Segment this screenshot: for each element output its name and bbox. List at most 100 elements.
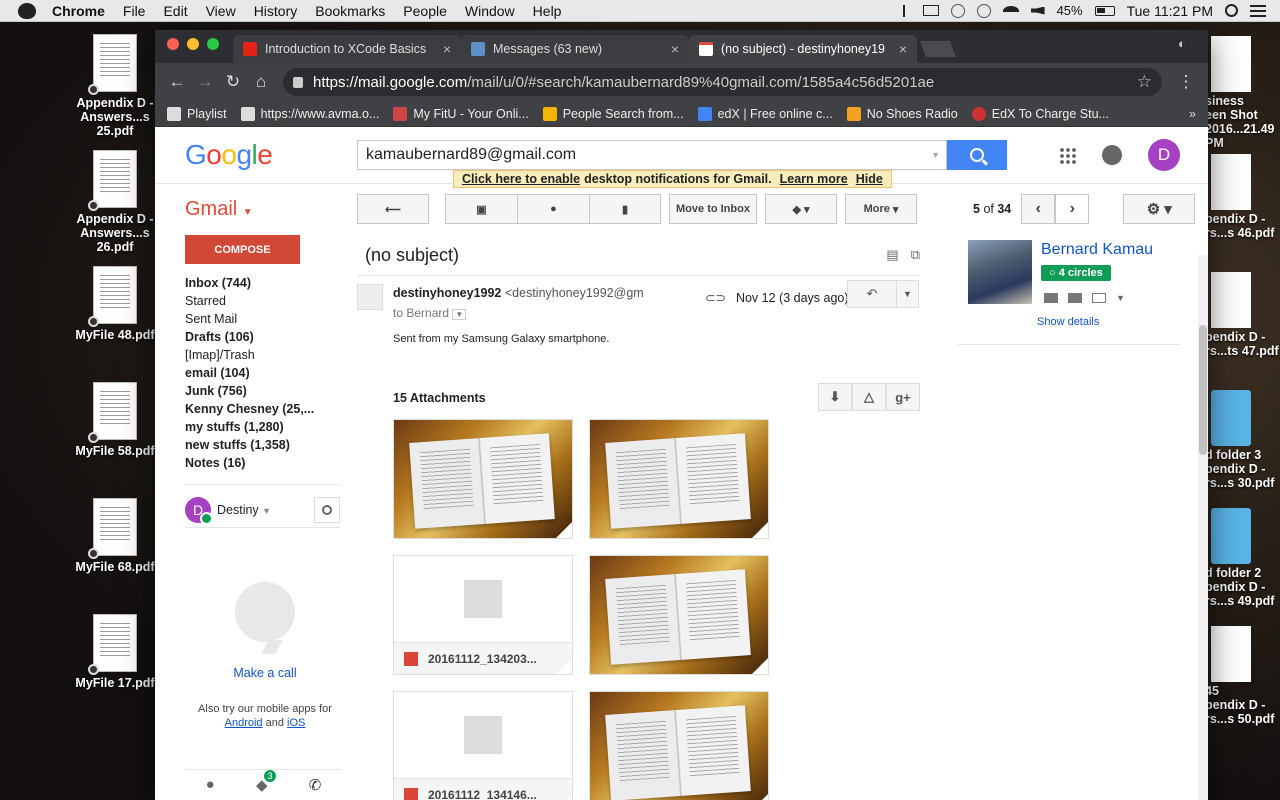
home-icon[interactable]: ⌂ xyxy=(247,72,275,92)
label-junk[interactable]: Junk (756) xyxy=(185,384,345,402)
delete-button[interactable]: ▮ xyxy=(589,194,661,224)
label-drafts[interactable]: Drafts (106) xyxy=(185,330,345,348)
messages-status-icon[interactable] xyxy=(950,3,965,18)
label-new-stuffs[interactable]: new stuffs (1,358) xyxy=(185,438,345,456)
apps-grid-icon[interactable] xyxy=(1059,146,1076,164)
new-tab-button[interactable] xyxy=(920,41,956,57)
google-plus-icon[interactable]: g+ xyxy=(886,383,920,411)
archive-button[interactable]: ▣ xyxy=(445,194,517,224)
forward-icon[interactable]: → xyxy=(191,72,219,92)
ios-link[interactable]: iOS xyxy=(287,717,305,729)
reload-icon[interactable]: ↻ xyxy=(219,72,247,92)
download-all-icon[interactable]: ⬇ xyxy=(818,383,852,411)
save-to-drive-icon[interactable]: △ xyxy=(852,383,886,411)
wifi-icon[interactable] xyxy=(1002,5,1019,16)
attachment-thumbnail[interactable] xyxy=(589,555,769,675)
reply-icon[interactable]: ↶ xyxy=(848,281,896,307)
chat-avatar[interactable]: D xyxy=(185,497,213,525)
account-avatar[interactable]: D xyxy=(1148,139,1180,171)
gmail-app-label[interactable]: Gmail ▼ xyxy=(185,198,357,221)
bookmark-item[interactable]: My FitU - Your Onli... xyxy=(393,106,529,121)
close-tab-icon[interactable]: × xyxy=(671,41,679,57)
sender[interactable]: destinyhoney1992 <destinyhoney1992@gm xyxy=(393,286,644,300)
bookmark-item[interactable]: EdX To Charge Stu... xyxy=(971,106,1109,121)
fullscreen-window-button[interactable] xyxy=(207,38,219,50)
print-icon[interactable]: ▤ xyxy=(886,247,898,263)
battery-icon[interactable] xyxy=(1094,5,1115,16)
label-notes[interactable]: Notes (16) xyxy=(185,456,345,474)
menu-app-name[interactable]: Chrome xyxy=(52,3,105,19)
desktop-file[interactable]: Appendix D - Answers...s 26.pdf xyxy=(65,150,165,262)
chat-name[interactable]: Destiny ▼ xyxy=(217,503,271,517)
scrollbar-thumb[interactable] xyxy=(1199,325,1207,455)
bookmark-item[interactable]: No Shoes Radio xyxy=(846,106,958,121)
minimize-window-button[interactable] xyxy=(187,38,199,50)
google-logo[interactable]: Google xyxy=(185,139,357,171)
desktop-file[interactable]: pendix D - rs...ts 47.pdf xyxy=(1205,272,1280,384)
menu-history[interactable]: History xyxy=(254,3,298,19)
desktop-file[interactable]: MyFile 58.pdf xyxy=(65,382,165,494)
tab-xcode[interactable]: Introduction to XCode Basics × xyxy=(233,35,461,63)
menu-bookmarks[interactable]: Bookmarks xyxy=(315,3,385,19)
desktop-file[interactable]: 45 pendix D - rs...s 50.pdf xyxy=(1205,626,1280,738)
desktop-file[interactable]: MyFile 17.pdf xyxy=(65,614,165,726)
search-button[interactable] xyxy=(947,140,1007,170)
bookmark-item[interactable]: https://www.avma.o... xyxy=(240,106,379,121)
circles-button[interactable]: ○ 4 circles xyxy=(1041,265,1111,281)
tab-messages[interactable]: Messages (63 new) × xyxy=(461,35,689,63)
make-call-link[interactable]: Make a call xyxy=(185,666,345,680)
desktop-file[interactable]: Appendix D - Answers...s 25.pdf xyxy=(65,34,165,146)
attachment-thumbnail[interactable]: 20161112_134203... xyxy=(393,555,573,675)
menu-people[interactable]: People xyxy=(403,3,447,19)
label-starred[interactable]: Starred xyxy=(185,294,345,312)
notification-center-icon[interactable] xyxy=(1250,4,1266,17)
email-icon[interactable] xyxy=(1092,293,1106,303)
show-details-link[interactable]: Show details xyxy=(1037,316,1099,328)
apple-menu-icon[interactable] xyxy=(18,2,36,19)
report-spam-button[interactable]: ● xyxy=(517,194,589,224)
video-call-icon[interactable] xyxy=(1068,293,1082,303)
compose-button[interactable]: COMPOSE xyxy=(185,235,300,264)
address-bar[interactable]: https://mail.google.com/mail/u/0/#search… xyxy=(283,68,1162,96)
bookmark-item[interactable]: People Search from... xyxy=(542,106,684,121)
label-email[interactable]: email (104) xyxy=(185,366,345,384)
search-options-icon[interactable]: ▼ xyxy=(931,150,940,160)
chat-icon[interactable] xyxy=(1044,293,1058,303)
labels-button[interactable]: ◆ ▾ xyxy=(765,194,837,224)
more-actions-icon[interactable]: ▼ xyxy=(896,281,918,307)
move-to-inbox-button[interactable]: Move to Inbox xyxy=(669,194,757,224)
phone-icon[interactable]: ✆ xyxy=(309,776,322,794)
contact-name[interactable]: Bernard Kamau xyxy=(1041,241,1153,259)
reply-button[interactable]: ↶ ▼ xyxy=(847,280,919,308)
menu-file[interactable]: File xyxy=(123,3,146,19)
mail-search-input[interactable]: kamaubernard89@gmail.com ▼ xyxy=(357,140,947,170)
label-trash[interactable]: [Imap]/Trash xyxy=(185,348,345,366)
bookmark-star-icon[interactable]: ☆ xyxy=(1137,72,1152,92)
hangouts-icon[interactable]: ◆ 3 xyxy=(256,769,276,794)
menubar-clock[interactable]: Tue 11:21 PM xyxy=(1127,3,1213,19)
chat-search-button[interactable] xyxy=(314,497,340,523)
airplay-icon[interactable] xyxy=(922,5,939,16)
newer-button[interactable]: ‹ xyxy=(1021,194,1056,224)
settings-button[interactable]: ⚙ ▾ xyxy=(1123,194,1196,224)
close-window-button[interactable] xyxy=(167,38,179,50)
label-inbox[interactable]: Inbox (744) xyxy=(185,276,345,294)
time-machine-icon[interactable] xyxy=(976,3,991,18)
desktop-folder[interactable]: d folder 2 pendix D - rs...s 49.pdf xyxy=(1205,508,1280,620)
bookmark-item[interactable]: Playlist xyxy=(167,106,227,121)
desktop-file[interactable]: pendix D - rs...s 46.pdf xyxy=(1205,154,1280,266)
bookmark-item[interactable]: edX | Free online c... xyxy=(697,106,833,121)
close-tab-icon[interactable]: × xyxy=(899,41,907,57)
android-link[interactable]: Android xyxy=(225,717,263,729)
back-to-search-button[interactable]: ⟵ xyxy=(357,194,429,224)
chrome-menu-icon[interactable]: ⋮ xyxy=(1172,72,1200,92)
back-icon[interactable]: ← xyxy=(163,72,191,92)
new-window-icon[interactable]: ⧉ xyxy=(911,247,920,263)
desktop-file[interactable]: siness een Shot 2016...21.49 PM xyxy=(1205,36,1280,150)
page-scrollbar[interactable] xyxy=(1198,255,1208,800)
menu-edit[interactable]: Edit xyxy=(163,3,187,19)
menu-help[interactable]: Help xyxy=(533,3,562,19)
chevron-down-icon[interactable]: ▼ xyxy=(1116,293,1125,303)
desktop-file[interactable]: MyFile 68.pdf xyxy=(65,498,165,610)
recipient[interactable]: to Bernard ▼ xyxy=(393,306,467,320)
